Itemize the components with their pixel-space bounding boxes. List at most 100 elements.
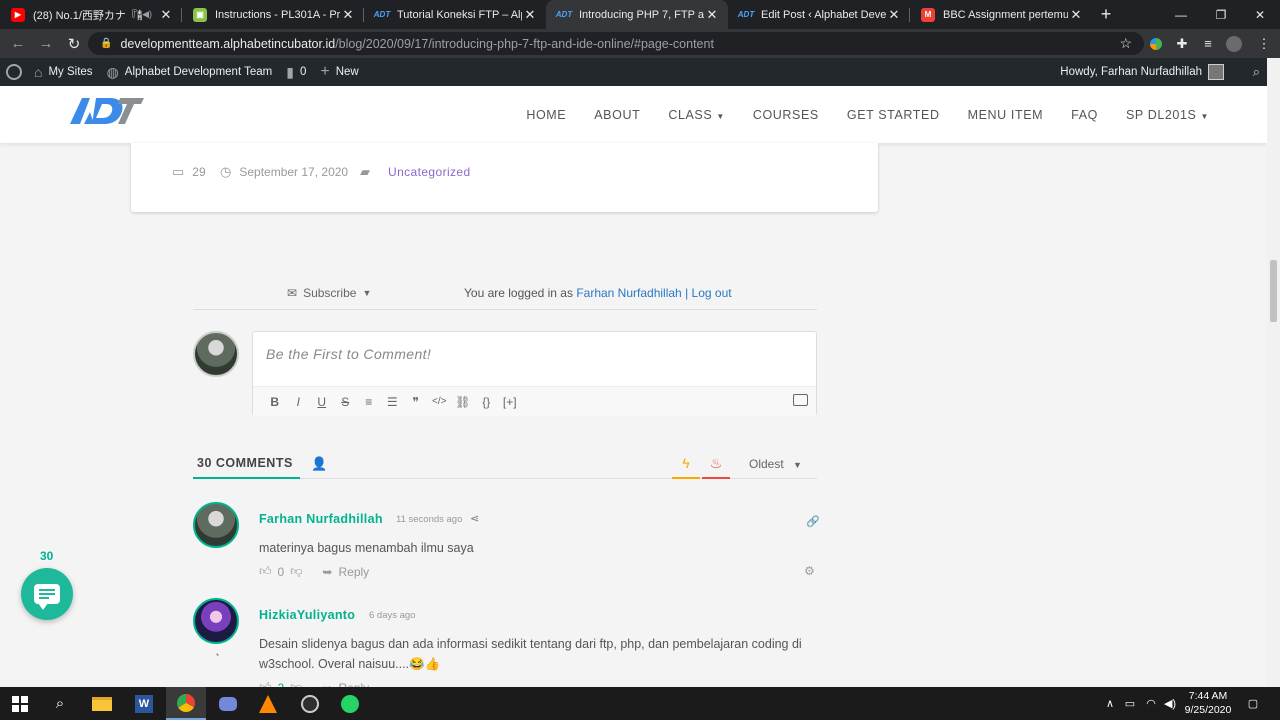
logged-in-user-link[interactable]: Farhan Nurfadhillah [576, 286, 681, 300]
blockquote-button[interactable]: ❞ [404, 395, 428, 409]
user-settings-icon[interactable]: 👤 [311, 456, 327, 472]
strikethrough-button[interactable]: S [334, 395, 358, 409]
image-upload-icon[interactable] [793, 394, 808, 406]
browser-tab[interactable]: ▣ Instructions - PL301A - Progr ✕ [182, 0, 364, 29]
address-bar[interactable]: 🔒 developmentteam.alphabetincubator.id/b… [88, 32, 1144, 55]
comment-editor: B I U S ≡ ☰ ❞ </> ⛓ {} [+] [252, 331, 817, 416]
extensions-puzzle-icon[interactable]: ✚ [1169, 29, 1195, 58]
caret-down-icon: ▼ [362, 288, 372, 298]
chrome-menu-icon[interactable]: ⋮ [1251, 29, 1277, 58]
page-scrollbar[interactable] [1267, 58, 1280, 687]
post-comment-count[interactable]: ▭ 29 [172, 164, 206, 180]
browser-tab[interactable]: M BBC Assignment pertemuan ✕ [910, 0, 1092, 29]
thumbs-down-icon[interactable]: 👎︎ [290, 564, 302, 579]
comment-time[interactable]: 11 seconds ago [396, 514, 462, 525]
menu-item-class[interactable]: CLASS ▼ [668, 108, 725, 122]
menu-item-menu-item[interactable]: MENU ITEM [968, 108, 1044, 122]
browser-tab[interactable]: ADT Tutorial Koneksi FTP – Alphab ✕ [364, 0, 546, 29]
audio-icon[interactable]: ◀) [142, 9, 152, 20]
bullet-list-button[interactable]: ☰ [381, 395, 405, 409]
scrollbar-thumb[interactable] [1270, 260, 1277, 322]
browser-tab-active[interactable]: ADT Introducing PHP 7, FTP and ID ✕ [546, 0, 728, 29]
lightning-sort-icon[interactable]: ϟ [672, 453, 700, 479]
wordpress-logo-icon[interactable] [6, 58, 22, 86]
new-tab-icon[interactable]: + [1092, 0, 1120, 29]
whatsapp-icon[interactable] [330, 687, 370, 720]
notifications-icon[interactable]: ▢ [1243, 687, 1263, 720]
category-link[interactable]: Uncategorized [388, 165, 471, 179]
new-content-link[interactable]: + New [320, 58, 358, 86]
media-control-icon[interactable]: ≡ [1195, 29, 1221, 58]
comments-link[interactable]: ▮ 0 [286, 58, 306, 86]
menu-item-get-started[interactable]: GET STARTED [847, 108, 940, 122]
thumbs-up-icon[interactable]: 👍︎ [259, 564, 272, 579]
fire-sort-icon[interactable]: ♨ [702, 453, 730, 479]
file-explorer-icon[interactable] [82, 687, 122, 720]
search-icon[interactable]: ⌕ [1253, 58, 1260, 86]
close-tab-icon[interactable]: ✕ [158, 7, 174, 23]
close-window-icon[interactable]: ✕ [1240, 0, 1280, 29]
ordered-list-button[interactable]: ≡ [357, 395, 381, 409]
comment-bubble-button[interactable] [21, 568, 73, 620]
permalink-icon[interactable]: 🔗 [806, 515, 820, 528]
browser-tab[interactable]: ▶ (28) No.1/西野カナ『靛上で ◀) ✕ [0, 0, 182, 29]
wifi-icon[interactable]: ◠ [1141, 687, 1161, 720]
close-tab-icon[interactable]: ✕ [522, 7, 538, 23]
close-tab-icon[interactable]: ✕ [704, 7, 720, 23]
chrome-icon[interactable] [166, 687, 206, 720]
search-icon[interactable]: ⌕ [40, 687, 80, 720]
vlc-icon[interactable] [248, 687, 288, 720]
comment-author[interactable]: HizkiaYuliyanto [259, 608, 355, 622]
sort-dropdown[interactable]: Oldest ▼ [749, 457, 802, 471]
close-tab-icon[interactable]: ✕ [886, 7, 902, 23]
link-button[interactable]: ⛓ [451, 395, 475, 409]
menu-item-sp-dl201s[interactable]: SP DL201S ▼ [1126, 108, 1209, 122]
italic-button[interactable]: I [287, 395, 311, 409]
volume-icon[interactable]: ◀) [1160, 687, 1180, 720]
close-tab-icon[interactable]: ✕ [340, 7, 356, 23]
back-icon[interactable]: ← [4, 30, 32, 58]
windows-start-icon[interactable] [0, 687, 40, 720]
site-name-link[interactable]: ◍ Alphabet Development Team [107, 58, 273, 86]
my-account-link[interactable]: Howdy, Farhan Nurfadhillah [1060, 58, 1224, 86]
obs-icon[interactable] [290, 687, 330, 720]
battery-icon[interactable]: ▭ [1120, 687, 1140, 720]
maximize-icon[interactable]: ❐ [1201, 0, 1241, 29]
comment-author[interactable]: Farhan Nurfadhillah [259, 512, 383, 526]
caret-down-icon: ▼ [716, 111, 725, 121]
menu-item-class-label: CLASS [668, 107, 713, 122]
code-button[interactable]: </> [428, 396, 452, 407]
site-logo[interactable] [68, 94, 146, 128]
discord-icon[interactable] [208, 687, 248, 720]
menu-item-faq[interactable]: FAQ [1071, 108, 1098, 122]
word-icon[interactable]: W [124, 687, 164, 720]
profile-avatar-icon[interactable] [1221, 29, 1247, 58]
menu-item-courses[interactable]: COURSES [753, 108, 819, 122]
folder-icon: ▰ [360, 164, 370, 179]
menu-item-about[interactable]: ABOUT [594, 108, 640, 122]
tab-title: Introducing PHP 7, FTP and ID [579, 8, 704, 21]
bookmark-star-icon[interactable]: ☆ [1119, 35, 1132, 52]
comment-time[interactable]: 6 days ago [369, 610, 415, 621]
minimize-icon[interactable]: — [1161, 0, 1201, 29]
subscribe-dropdown[interactable]: ✉ Subscribe ▼ [287, 286, 371, 300]
underline-button[interactable]: U [310, 395, 334, 409]
comment-input[interactable] [253, 332, 816, 386]
browser-tab[interactable]: ADT Edit Post ‹ Alphabet Develop ✕ [728, 0, 910, 29]
reload-icon[interactable]: ↻ [60, 30, 88, 58]
taskbar-clock[interactable]: 7:44 AM 9/25/2020 [1180, 689, 1236, 717]
close-tab-icon[interactable]: ✕ [1068, 7, 1084, 23]
code-block-button[interactable]: {} [475, 395, 499, 409]
spoiler-button[interactable]: [+] [498, 395, 522, 409]
logout-link[interactable]: Log out [692, 286, 732, 300]
share-icon[interactable]: ⋖ [470, 512, 479, 525]
extension-icon[interactable] [1143, 29, 1169, 58]
reply-button[interactable]: ➥ Reply [322, 565, 369, 579]
bold-button[interactable]: B [263, 395, 287, 409]
comments-header: 30 COMMENTS 👤 ϟ ♨ Oldest ▼ [193, 453, 817, 479]
my-sites-link[interactable]: ⌂ My Sites [34, 58, 93, 86]
forward-icon[interactable]: → [32, 30, 60, 58]
tray-expand-icon[interactable]: ∧ [1100, 687, 1120, 720]
menu-item-home[interactable]: HOME [526, 108, 566, 122]
gear-icon[interactable]: ⚙ [804, 564, 815, 578]
